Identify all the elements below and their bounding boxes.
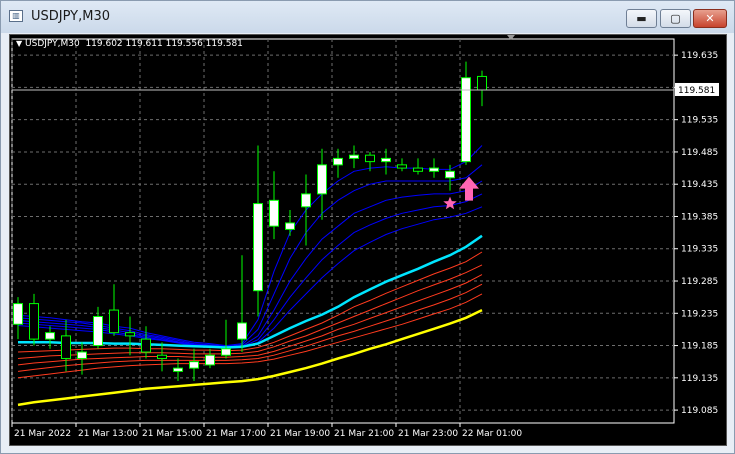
candle-body	[141, 338, 151, 353]
candle-body	[285, 222, 295, 230]
close-button[interactable]: ✕	[693, 9, 727, 28]
y-tick-label: 119.285	[681, 277, 718, 287]
chart-window-icon: ▥	[9, 10, 23, 22]
x-tick-label: 21 Mar 17:00	[206, 429, 266, 439]
candle-body	[173, 367, 183, 372]
y-tick-label: 119.385	[681, 212, 718, 222]
current-price-label: 119.581	[678, 86, 715, 96]
candle-body	[13, 303, 23, 325]
y-tick-label: 119.485	[681, 148, 718, 158]
candle-body	[349, 154, 359, 159]
chart-window: ▥ USDJPY,M30 ▬ ▢ ✕ 119.635119.585119.535…	[0, 0, 735, 454]
x-tick-label: 22 Mar 01:00	[462, 429, 522, 439]
candle-body	[445, 170, 455, 179]
candle-body	[253, 203, 263, 292]
x-tick-label: 21 Mar 23:00	[398, 429, 458, 439]
close-icon: ✕	[705, 12, 715, 25]
candle-body	[205, 354, 215, 366]
chart-area[interactable]: 119.635119.585119.535119.485119.435119.3…	[9, 34, 727, 446]
candle-body	[221, 348, 231, 356]
y-tick-label: 119.435	[681, 180, 718, 190]
symbol-quote-text: USDJPY,M30 119.602 119.611 119.556 119.5…	[25, 39, 243, 49]
candle-body	[269, 199, 279, 227]
candle-body	[477, 75, 487, 91]
candle-body	[93, 316, 103, 347]
y-tick-label: 119.135	[681, 374, 718, 384]
candle-body	[413, 167, 423, 172]
candle-body	[61, 335, 71, 359]
y-tick-label: 119.235	[681, 309, 718, 319]
price-chart[interactable]: 119.635119.585119.535119.485119.435119.3…	[10, 35, 726, 445]
y-tick-label: 119.535	[681, 116, 718, 126]
y-tick-label: 119.085	[681, 406, 718, 416]
x-tick-label: 21 Mar 19:00	[270, 429, 330, 439]
chart-info-line: ▼ USDJPY,M30 119.602 119.611 119.556 119…	[16, 39, 243, 49]
x-tick-label: 21 Mar 21:00	[334, 429, 394, 439]
candle-body	[237, 322, 247, 340]
window-title: USDJPY,M30	[31, 9, 110, 24]
maximize-icon: ▢	[670, 12, 681, 25]
y-tick-label: 119.335	[681, 245, 718, 255]
minimize-button[interactable]: ▬	[626, 9, 657, 28]
candle-body	[189, 361, 199, 369]
dropdown-triangle-icon[interactable]: ▼	[16, 39, 22, 48]
title-bar[interactable]: ▥ USDJPY,M30 ▬ ▢ ✕	[1, 1, 734, 33]
x-tick-label: 21 Mar 2022	[14, 429, 71, 439]
minimize-icon: ▬	[636, 12, 647, 25]
candle-body	[125, 332, 135, 337]
candle-body	[429, 167, 439, 172]
x-tick-label: 21 Mar 15:00	[142, 429, 202, 439]
candle-body	[381, 157, 391, 163]
candle-body	[333, 157, 343, 166]
candle-body	[301, 193, 311, 208]
candle-body	[317, 164, 327, 195]
candle-body	[365, 154, 375, 163]
plot-frame	[11, 38, 675, 424]
candle-body	[77, 351, 87, 359]
y-tick-label: 119.185	[681, 342, 718, 352]
y-tick-label: 119.635	[681, 51, 718, 61]
x-tick-label: 21 Mar 13:00	[78, 429, 138, 439]
maximize-button[interactable]: ▢	[660, 9, 691, 28]
candle-body	[45, 332, 55, 340]
candle-body	[157, 354, 167, 359]
candle-body	[397, 164, 407, 169]
candle-body	[109, 309, 119, 334]
candle-body	[29, 303, 39, 340]
